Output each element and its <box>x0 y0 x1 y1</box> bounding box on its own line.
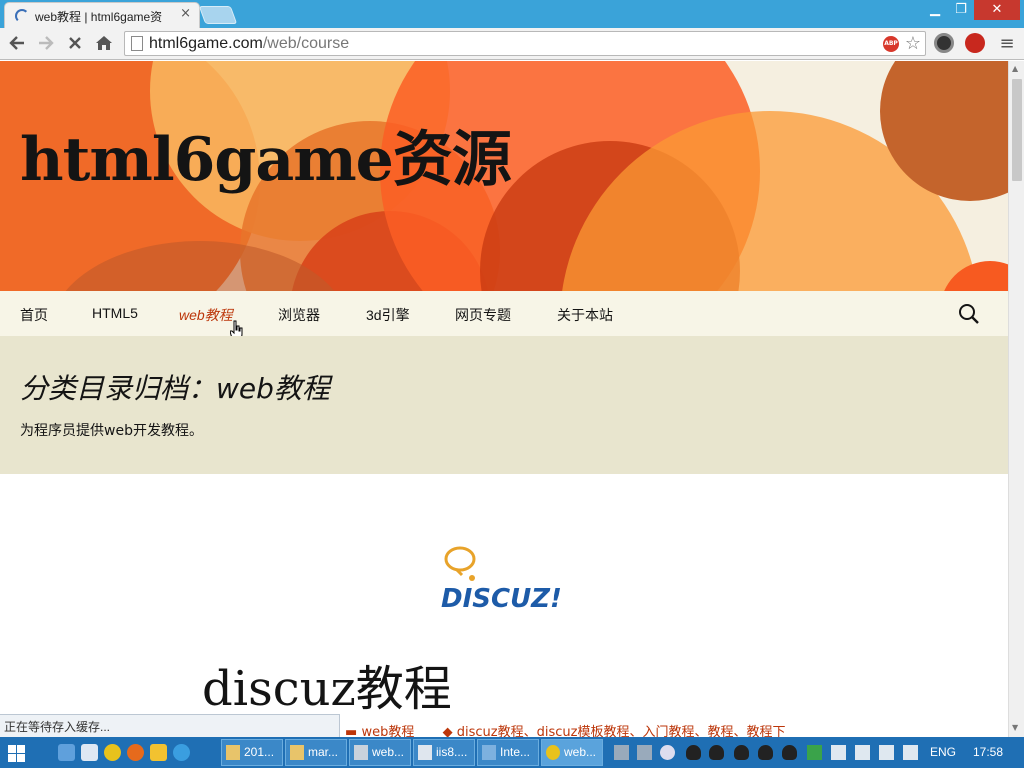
post-category-link[interactable]: web教程 <box>361 725 414 737</box>
back-icon[interactable] <box>6 32 28 54</box>
taskbar-button-folder-1[interactable]: 201... <box>221 739 283 766</box>
nav-item-web-course[interactable]: web教程 <box>179 305 233 325</box>
scroll-down-icon[interactable]: ▼ <box>1012 723 1018 732</box>
qq-icon[interactable] <box>758 745 773 760</box>
nav-item-home[interactable]: 首页 <box>20 305 48 325</box>
loading-spinner-icon <box>15 9 29 23</box>
tray-app-icon[interactable] <box>614 745 629 760</box>
ie-icon[interactable] <box>173 744 190 761</box>
qq-icon[interactable] <box>709 745 724 760</box>
post-tags-link[interactable]: discuz教程、discuz模板教程、入门教程、教程、教程下 <box>457 725 786 737</box>
star-icon[interactable]: ☆ <box>905 33 921 54</box>
browser-tab[interactable]: web教程 | html6game资 × <box>4 2 200 28</box>
app-icon[interactable] <box>150 744 167 761</box>
folder-icon: ▬ <box>345 725 358 737</box>
page-icon <box>131 36 143 51</box>
window-titlebar: web教程 | html6game资 × ▁ ❐ ✕ <box>0 0 1024 28</box>
security-icon[interactable] <box>831 745 846 760</box>
address-bar[interactable]: html6game.com/web/course ABP ☆ <box>124 31 926 56</box>
drive-icon <box>354 745 368 760</box>
tray-app-icon[interactable] <box>637 745 652 760</box>
language-indicator[interactable]: ENG <box>930 745 956 759</box>
explorer-icon[interactable] <box>81 744 98 761</box>
archive-description: 为程序员提供web开发教程。 <box>20 423 203 439</box>
taskbar-button-drive[interactable]: web... <box>349 739 411 766</box>
adblock-icon[interactable]: ABP <box>883 36 899 52</box>
taskbar-button-folder-2[interactable]: mar... <box>285 739 347 766</box>
qq-icon[interactable] <box>782 745 797 760</box>
start-button[interactable] <box>0 737 32 768</box>
taskbar-button-iis[interactable]: iis8.... <box>413 739 475 766</box>
tab-title: web教程 | html6game资 <box>35 10 163 24</box>
post-title[interactable]: discuz教程 <box>202 649 452 719</box>
stop-icon[interactable] <box>64 32 86 54</box>
scrollbar-thumb[interactable] <box>1012 79 1022 181</box>
close-window-button[interactable]: ✕ <box>974 0 1020 20</box>
chrome-icon <box>546 745 560 760</box>
nav-item-about[interactable]: 关于本站 <box>557 305 613 325</box>
document-icon <box>418 745 432 760</box>
qq-icon[interactable] <box>686 745 701 760</box>
qq-icon[interactable] <box>734 745 749 760</box>
site-title[interactable]: html6game资源 <box>20 111 512 198</box>
tab-close-icon[interactable]: × <box>180 6 191 21</box>
url-text[interactable]: html6game.com/web/course <box>149 35 349 53</box>
chrome-icon[interactable] <box>104 744 121 761</box>
discuz-logo[interactable]: DISCUZ! <box>438 545 570 615</box>
extension-icon[interactable] <box>934 33 954 53</box>
flag-icon[interactable] <box>903 745 918 760</box>
minimize-button[interactable]: ▁ <box>922 0 948 20</box>
tag-icon: ◆ <box>442 725 453 737</box>
taskbar-button-chrome[interactable]: web... <box>541 739 603 766</box>
archive-title: 分类目录归档：web教程 <box>20 372 330 405</box>
folder-icon <box>290 745 304 760</box>
taskbar: 201... mar... web... iis8.... Inte... we… <box>0 737 1024 768</box>
page-viewport: html6game资源 首页 HTML5 web教程 浏览器 3d引擎 网页专题… <box>0 61 1008 737</box>
svg-text:DISCUZ!: DISCUZ! <box>441 584 562 614</box>
maximize-button[interactable]: ❐ <box>948 0 974 20</box>
nav-item-browser[interactable]: 浏览器 <box>278 305 320 325</box>
new-tab-button[interactable] <box>198 6 238 24</box>
browser-toolbar: html6game.com/web/course ABP ☆ ≡ <box>0 28 1024 60</box>
home-icon[interactable] <box>93 32 115 54</box>
volume-icon[interactable] <box>879 745 894 760</box>
nav-item-3d-engine[interactable]: 3d引擎 <box>366 305 410 325</box>
search-icon[interactable] <box>958 303 980 325</box>
status-bubble: 正在等待存入缓存... <box>0 714 340 737</box>
scroll-up-icon[interactable]: ▲ <box>1012 64 1018 73</box>
nav-item-web-topics[interactable]: 网页专题 <box>455 305 511 325</box>
page-scrollbar[interactable]: ▲ ▼ <box>1008 61 1024 737</box>
taskbar-button-internet[interactable]: Inte... <box>477 739 539 766</box>
menu-icon[interactable]: ≡ <box>998 33 1016 54</box>
power-extension-icon[interactable] <box>965 33 985 53</box>
firefox-icon[interactable] <box>127 744 144 761</box>
network-icon[interactable] <box>855 745 870 760</box>
folder-icon <box>226 745 240 760</box>
tray-app-icon[interactable] <box>660 745 675 760</box>
nav-item-html5[interactable]: HTML5 <box>92 305 138 321</box>
clock[interactable]: 17:58 <box>973 745 1003 759</box>
post-meta: ▬ web教程 ◆ discuz教程、discuz模板教程、入门教程、教程、教程… <box>345 721 785 737</box>
desktop-icon[interactable] <box>58 744 75 761</box>
main-navigation: 首页 HTML5 web教程 浏览器 3d引擎 网页专题 关于本站 <box>0 291 1008 336</box>
tray-app-icon[interactable] <box>807 745 822 760</box>
archive-header: 分类目录归档：web教程 为程序员提供web开发教程。 <box>0 336 1008 474</box>
site-banner: html6game资源 <box>0 61 1008 291</box>
network-icon <box>482 745 496 760</box>
forward-icon[interactable] <box>35 32 57 54</box>
